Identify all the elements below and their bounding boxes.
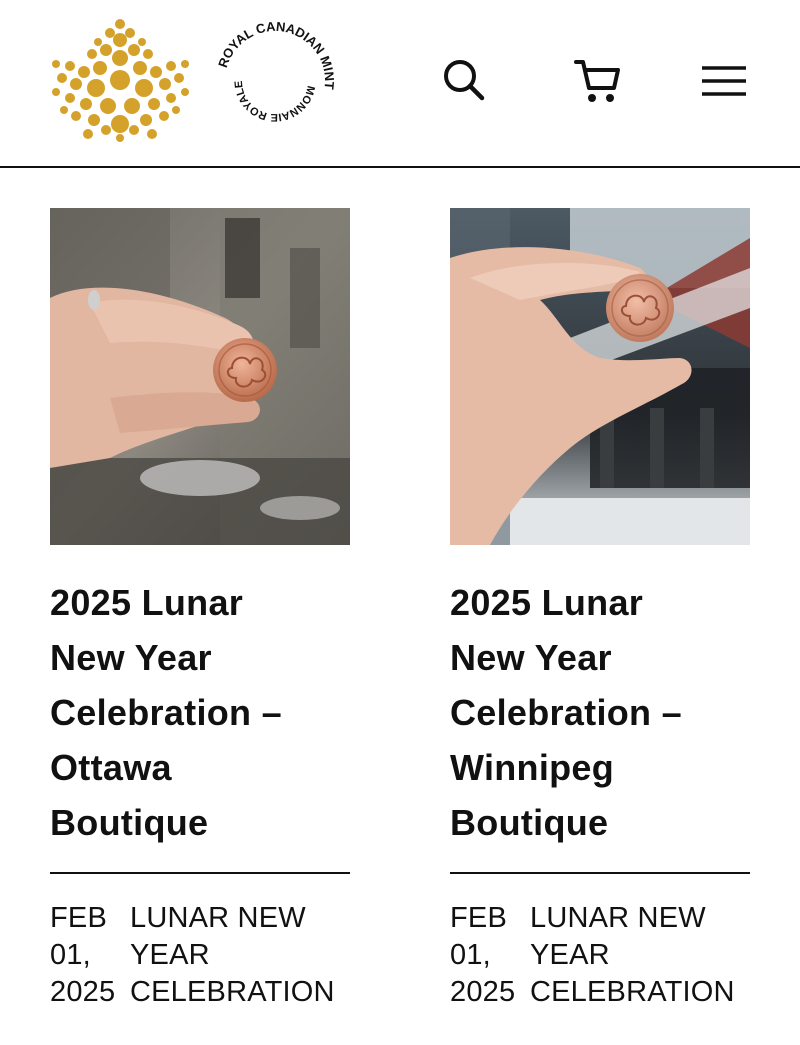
maple-leaf-dots-icon[interactable] bbox=[48, 18, 193, 143]
cart-icon bbox=[574, 60, 620, 102]
hamburger-menu-icon bbox=[702, 66, 746, 96]
event-date: FEB 01, 2025 bbox=[50, 902, 116, 1008]
event-category[interactable]: LUNAR NEW YEAR CELEBRATION bbox=[530, 900, 750, 1011]
mint-seal-logo[interactable]: ROYAL CANADIAN MINT MONNAIE ROYALE CANAD… bbox=[212, 18, 338, 144]
menu-button[interactable] bbox=[698, 54, 750, 106]
event-card[interactable]: 2025 Lunar New Year Celebration – Ottawa… bbox=[50, 208, 350, 1011]
event-date: FEB 01, 2025 bbox=[450, 902, 516, 1008]
cart-button[interactable] bbox=[572, 54, 624, 106]
event-title[interactable]: 2025 Lunar New Year Celebration – Ottawa… bbox=[50, 575, 350, 850]
event-meta: FEB 01, 2025 LUNAR NEW YEAR CELEBRATION bbox=[50, 900, 350, 1011]
event-title[interactable]: 2025 Lunar New Year Celebration – Winnip… bbox=[450, 575, 750, 850]
event-photo[interactable] bbox=[50, 208, 350, 545]
search-button[interactable] bbox=[438, 54, 490, 106]
event-category[interactable]: LUNAR NEW YEAR CELEBRATION bbox=[130, 900, 350, 1011]
card-divider bbox=[450, 872, 750, 874]
site-header: ROYAL CANADIAN MINT MONNAIE ROYALE CANAD… bbox=[0, 0, 800, 166]
card-divider bbox=[50, 872, 350, 874]
event-photo[interactable] bbox=[450, 208, 750, 545]
svg-text:ROYAL CANADIAN MINT: ROYAL CANADIAN MINT bbox=[215, 19, 337, 90]
event-meta: FEB 01, 2025 LUNAR NEW YEAR CELEBRATION bbox=[450, 900, 750, 1011]
header-divider bbox=[0, 166, 800, 168]
search-icon bbox=[444, 60, 485, 101]
event-card[interactable]: 2025 Lunar New Year Celebration – Winnip… bbox=[450, 208, 750, 1011]
